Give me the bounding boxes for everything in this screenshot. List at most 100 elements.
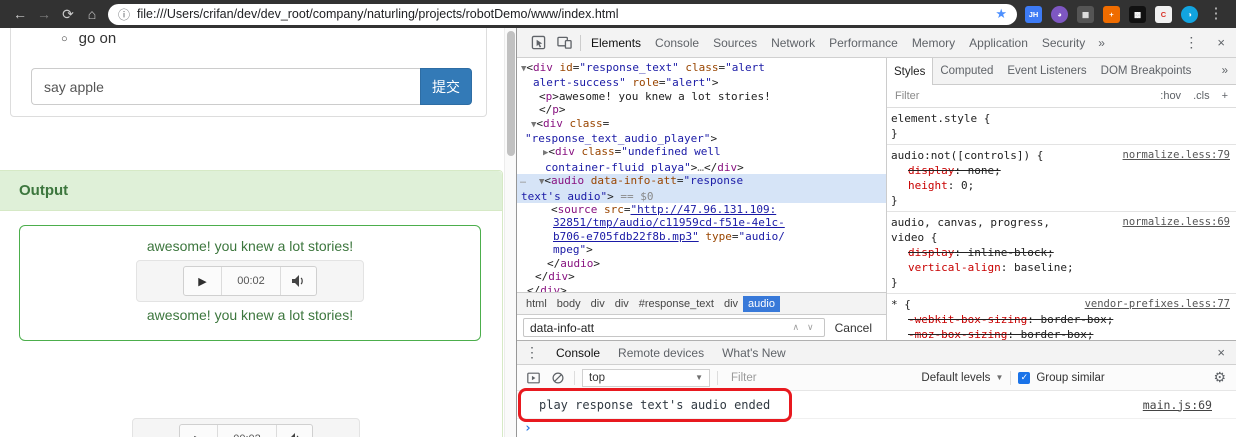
element-class-toggle[interactable]: .cls — [1193, 90, 1210, 102]
devtools-tab-application[interactable]: Application — [962, 28, 1035, 58]
clear-console-icon[interactable] — [549, 365, 567, 390]
dom-tree-line[interactable]: text's audio"> == $0 — [517, 189, 886, 204]
drawer-tab-console[interactable]: Console — [547, 341, 609, 365]
stylesheet-link[interactable]: normalize.less:69 — [1115, 215, 1230, 230]
dom-tree-line[interactable]: ▼<div class= — [517, 117, 886, 132]
dom-tree-line[interactable]: ▼<div id="response_text" class="alert — [517, 61, 886, 76]
css-declaration[interactable]: -webkit-box-sizing: border-box; — [891, 312, 1230, 327]
css-declaration[interactable]: display: none; — [891, 163, 1230, 178]
stylesheet-link[interactable]: vendor-prefixes.less:77 — [1077, 297, 1230, 312]
devtools-close-icon[interactable]: × — [1206, 35, 1236, 50]
new-style-rule-button[interactable]: + — [1222, 90, 1228, 102]
console-log-text: play response text's audio ended — [539, 397, 771, 412]
console-settings-gear-icon[interactable]: ⚙ — [1210, 369, 1229, 386]
devtools-tab-memory[interactable]: Memory — [905, 28, 962, 58]
bookmark-star-icon[interactable]: ★ — [995, 6, 1007, 22]
drawer-tab-remote-devices[interactable]: Remote devices — [609, 341, 713, 365]
home-button[interactable]: ⌂ — [80, 0, 104, 28]
dom-tree-line[interactable]: "response_text_audio_player"> — [517, 132, 886, 145]
dom-tree-line[interactable]: </div> — [517, 284, 886, 293]
dom-tree-line[interactable]: </p> — [517, 103, 886, 116]
scrollbar-thumb[interactable] — [507, 31, 515, 156]
css-declaration[interactable]: -moz-box-sizing: border-box; — [891, 327, 1230, 340]
dom-tree-line[interactable]: 32851/tmp/audio/c11959cd-f51e-4e1c- — [517, 216, 886, 229]
crumb-div[interactable]: div — [586, 296, 610, 312]
url-text: file:///Users/crifan/dev/dev_root/compan… — [137, 7, 619, 21]
search-next-icon[interactable]: ∨ — [803, 322, 818, 333]
drawer-tab-what-s-new[interactable]: What's New — [713, 341, 795, 365]
browser-menu-icon[interactable]: ⋮ — [1204, 0, 1228, 28]
reload-button[interactable]: ⟳ — [56, 0, 80, 28]
devtools-tab-performance[interactable]: Performance — [822, 28, 905, 58]
dom-tree-line[interactable]: </div> — [517, 270, 886, 283]
css-declaration[interactable]: height: 0; — [891, 178, 1230, 193]
search-input[interactable]: data-info-att ∧ ∨ — [523, 318, 825, 337]
crumb-audio[interactable]: audio — [743, 295, 780, 312]
dom-tree-line[interactable]: … ▼<audio data-info-att="response — [517, 174, 886, 190]
extension-grid-icon[interactable]: ▦ — [1077, 5, 1094, 23]
crumb-div[interactable]: div — [610, 296, 634, 312]
crumb-html[interactable]: html — [521, 296, 552, 312]
dom-tree-line[interactable]: <source src="http://47.96.131.109: — [517, 203, 886, 216]
node-menu-dots-icon[interactable]: … — [520, 174, 526, 187]
extension-purple-icon[interactable]: ◕ — [1051, 5, 1068, 23]
log-levels-dropdown[interactable]: Default levels ▼ — [921, 372, 1003, 384]
crumb-div[interactable]: div — [719, 296, 743, 312]
styles-tab-computed[interactable]: Computed — [933, 58, 1000, 84]
back-button[interactable]: ← — [8, 0, 32, 28]
address-bar[interactable]: ⓘ file:///Users/crifan/dev/dev_root/comp… — [108, 3, 1017, 25]
extension-jh-icon[interactable]: JH — [1025, 5, 1042, 23]
extension-globe-icon[interactable]: ◑ — [1181, 5, 1198, 23]
search-cancel-button[interactable]: Cancel — [833, 321, 880, 335]
submit-button[interactable]: 提交 — [420, 68, 472, 105]
styles-filter-input[interactable]: Filter — [895, 90, 1160, 102]
devtools-menu-icon[interactable]: ⋮ — [1176, 34, 1206, 51]
dom-tree-line[interactable]: mpeg"> — [517, 243, 886, 256]
device-toolbar-icon[interactable] — [551, 28, 577, 57]
dom-tree-line[interactable]: ▶<div class="undefined well — [517, 145, 886, 160]
inspect-element-icon[interactable] — [525, 28, 551, 57]
devtools-tab-network[interactable]: Network — [764, 28, 822, 58]
css-declaration[interactable]: vertical-align: baseline; — [891, 260, 1230, 275]
group-similar-option[interactable]: ✓ Group similar — [1018, 371, 1105, 384]
stylesheet-link[interactable]: normalize.less:79 — [1115, 148, 1230, 163]
devtools-tab-security[interactable]: Security — [1035, 28, 1092, 58]
console-prompt[interactable]: › — [517, 419, 1236, 437]
console-source-link[interactable]: main.js:69 — [1143, 398, 1212, 412]
extension-cors-icon[interactable]: C — [1155, 5, 1172, 23]
drawer-menu-icon[interactable]: ⋮ — [517, 344, 547, 361]
console-filter-input[interactable]: Filter — [725, 372, 914, 384]
console-sidebar-icon[interactable] — [524, 365, 542, 390]
styles-tab-styles[interactable]: Styles — [887, 58, 934, 85]
dom-tree-line[interactable]: container-fluid playa">…</div> — [517, 161, 886, 174]
play-button-2[interactable]: ▶ — [180, 425, 218, 437]
crumb--response-text[interactable]: #response_text — [634, 296, 719, 312]
dom-tree-line[interactable]: <p>awesome! you knew a lot stories! — [517, 90, 886, 103]
search-prev-icon[interactable]: ∧ — [788, 322, 803, 333]
console-log-row[interactable]: play response text's audio ended main.js… — [517, 391, 1236, 419]
speech-text-input[interactable] — [31, 68, 420, 105]
drawer-close-icon[interactable]: × — [1206, 345, 1236, 360]
dom-tree-line[interactable]: alert-success" role="alert"> — [517, 76, 886, 89]
styles-tab-event-listeners[interactable]: Event Listeners — [1000, 58, 1093, 84]
page-info-icon[interactable]: ⓘ — [118, 6, 130, 23]
group-similar-checkbox[interactable]: ✓ — [1018, 371, 1031, 384]
devtools-tab-elements[interactable]: Elements — [584, 28, 648, 58]
dom-tree-line[interactable]: </audio> — [517, 257, 886, 270]
dom-tree-line[interactable]: b706-e705fdb22f8b.mp3" type="audio/ — [517, 230, 886, 243]
crumb-body[interactable]: body — [552, 296, 586, 312]
styles-tab-dom-breakpoints[interactable]: DOM Breakpoints — [1094, 58, 1199, 84]
devtools-tab-sources[interactable]: Sources — [706, 28, 764, 58]
css-declaration[interactable]: display: inline-block; — [891, 245, 1230, 260]
volume-icon[interactable] — [280, 267, 316, 295]
play-button[interactable]: ▶ — [184, 267, 222, 295]
extension-orange-icon[interactable]: + — [1103, 5, 1120, 23]
forward-button[interactable]: → — [32, 0, 56, 28]
volume-icon-2[interactable] — [276, 425, 312, 437]
execution-context-selector[interactable]: top ▼ — [582, 368, 710, 387]
more-tabs-chevron[interactable]: » — [1092, 36, 1111, 50]
extension-qr-icon[interactable]: ▩ — [1129, 5, 1146, 23]
styles-more-tabs-chevron[interactable]: » — [1214, 58, 1236, 84]
devtools-tab-console[interactable]: Console — [648, 28, 706, 58]
pseudo-state-toggle[interactable]: :hov — [1160, 90, 1181, 102]
